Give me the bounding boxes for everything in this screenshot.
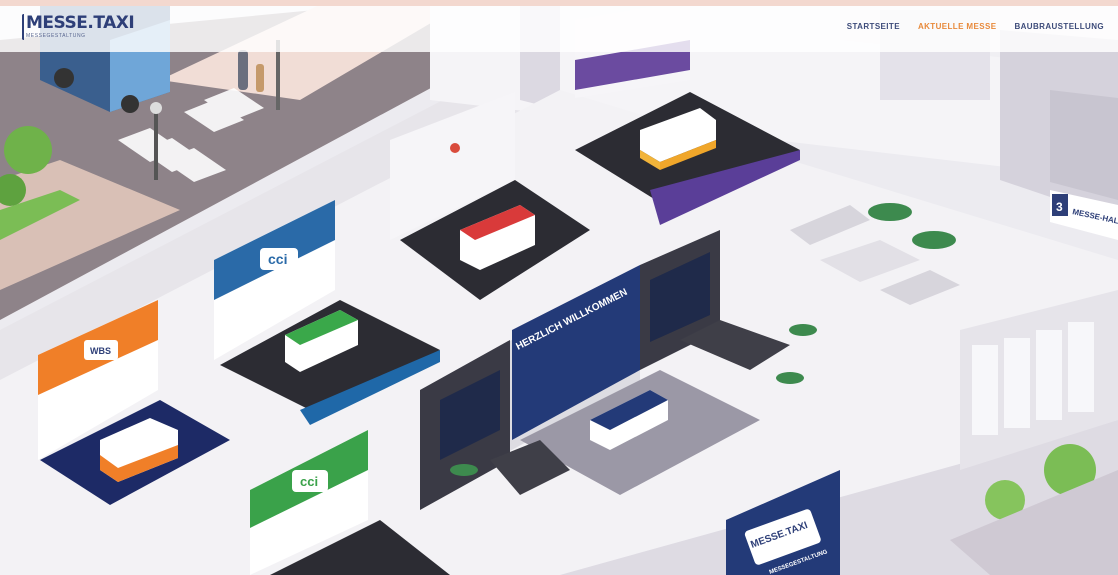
nav-startseite[interactable]: STARTSEITE <box>847 22 900 31</box>
booth-orange-logo: WBS <box>90 346 111 356</box>
hall-number: 3 <box>1056 200 1063 214</box>
header-bar: MESSE.TAXI MESSEGESTALTUNG STARTSEITE AK… <box>0 0 1118 52</box>
nav-baubraustellung[interactable]: BAUBRAUSTELLUNG <box>1014 22 1104 31</box>
header-accent-stripe <box>0 0 1118 6</box>
booth-blue-logo: cci <box>268 251 287 267</box>
page: cci WBS cci WELCOME HERZLICH WILLKOMMEN <box>0 0 1118 575</box>
booth-green-logo: cci <box>300 474 318 489</box>
isometric-expo-scene: cci WBS cci WELCOME HERZLICH WILLKOMMEN <box>0 0 1118 575</box>
logo-tagline: MESSEGESTALTUNG <box>26 33 86 39</box>
messe-taxi-logo[interactable]: MESSE.TAXI MESSEGESTALTUNG <box>22 12 135 42</box>
logo-text: MESSE.TAXI MESSEGESTALTUNG <box>26 13 135 39</box>
nav-aktuelle-messe[interactable]: AKTUELLE MESSE <box>918 22 997 31</box>
logo-title: MESSE.TAXI <box>26 13 135 33</box>
logo-mark-icon <box>22 14 24 40</box>
main-nav: STARTSEITE AKTUELLE MESSE BAUBRAUSTELLUN… <box>847 22 1104 31</box>
